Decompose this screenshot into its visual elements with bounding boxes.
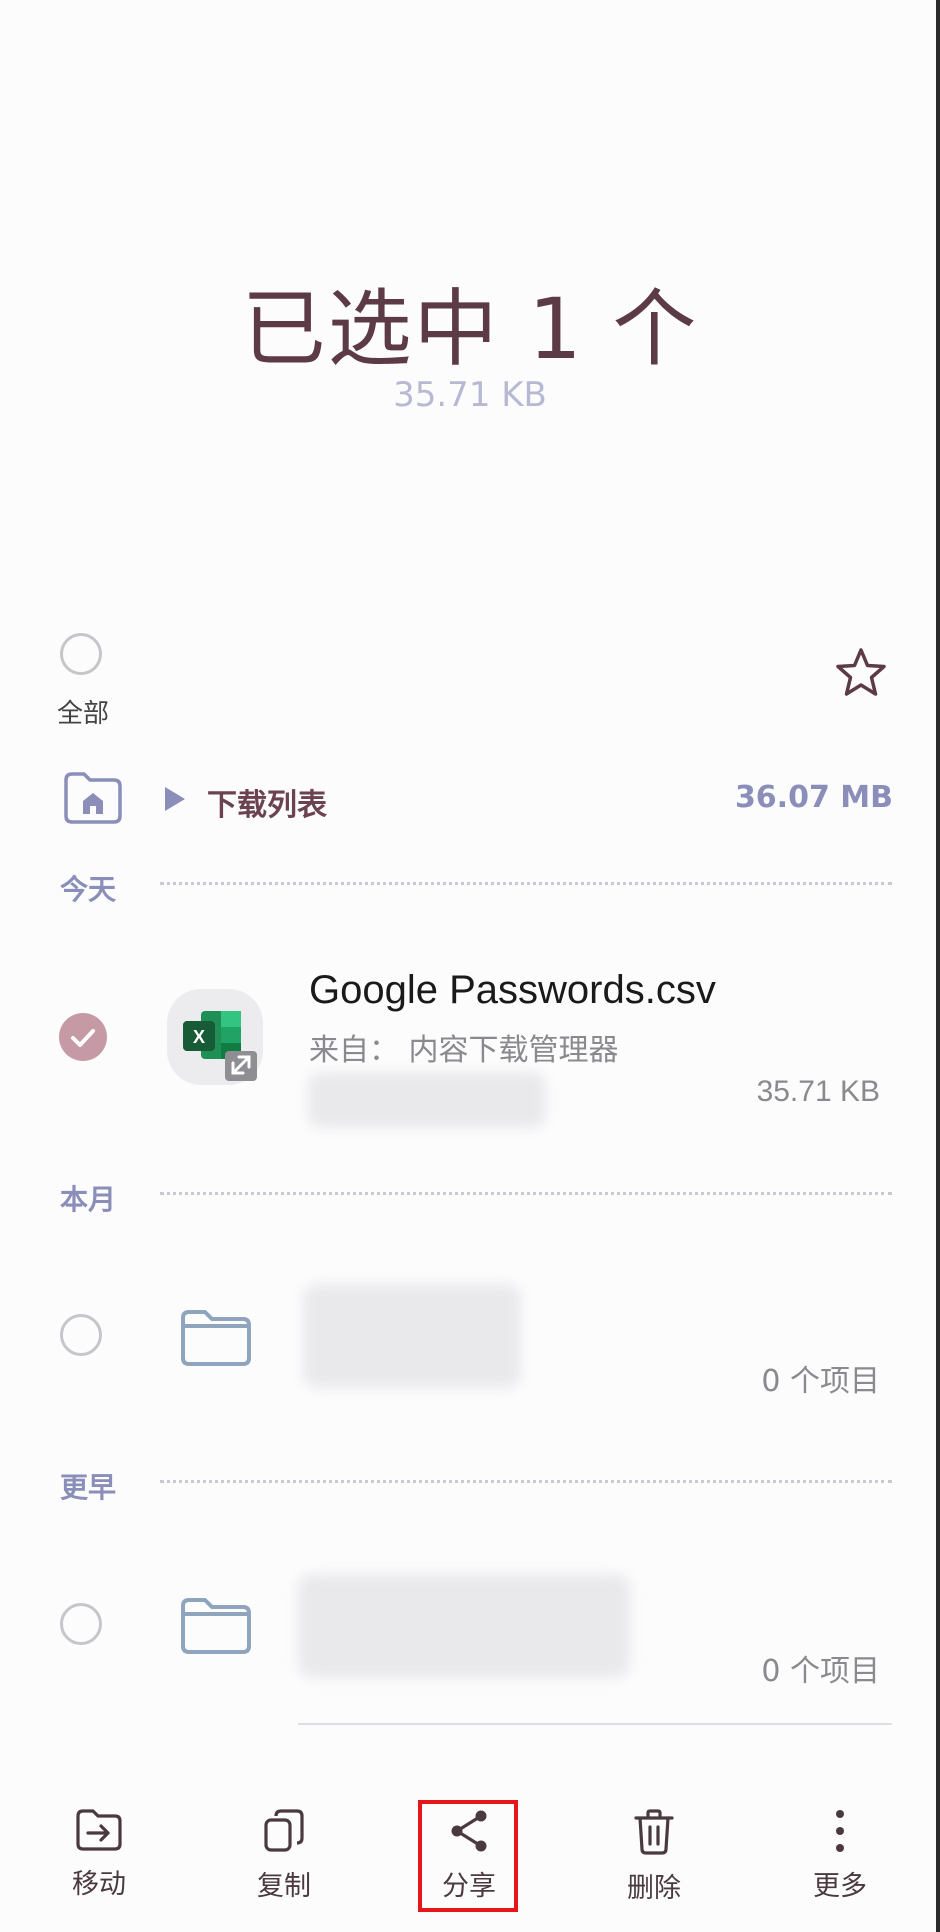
folder-icon [179, 1308, 253, 1368]
folder-item-count: 0 个项目 [761, 1364, 880, 1399]
folder-icon [179, 1596, 253, 1656]
delete-label: 删除 [627, 1873, 681, 1904]
list-end-divider [298, 1723, 892, 1725]
file-selected-checkbox[interactable] [59, 1013, 107, 1061]
section-divider [160, 882, 892, 885]
move-label: 移动 [72, 1869, 126, 1900]
file-size: 35.71 KB [756, 1075, 880, 1108]
trash-icon [634, 1809, 674, 1855]
selection-title: 已选中 1 个 [241, 280, 699, 378]
home-folder-icon[interactable] [62, 770, 124, 824]
breadcrumb-total-size: 36.07 MB [734, 780, 893, 815]
folder-radio[interactable] [60, 1603, 102, 1645]
file-source: 来自： 内容下载管理器 [309, 1033, 619, 1068]
section-today: 今天 [60, 873, 117, 906]
copy-icon [264, 1809, 304, 1852]
section-earlier: 更早 [60, 1471, 117, 1504]
star-icon[interactable] [834, 646, 888, 700]
more-vertical-icon [836, 1810, 844, 1852]
select-all-radio[interactable] [60, 633, 102, 675]
section-divider [160, 1480, 892, 1483]
delete-button[interactable]: 删除 [594, 1790, 714, 1905]
selection-size: 35.71 KB [393, 375, 547, 415]
redacted-folder-name [303, 1284, 521, 1388]
folder-radio[interactable] [60, 1314, 102, 1356]
excel-icon: X [167, 989, 263, 1085]
move-icon [76, 1809, 122, 1851]
more-label: 更多 [813, 1871, 867, 1902]
copy-label: 复制 [257, 1871, 311, 1902]
breadcrumb-arrow-icon [163, 786, 187, 812]
svg-text:X: X [193, 1027, 205, 1047]
folder-item-count: 0 个项目 [761, 1654, 880, 1689]
more-button[interactable]: 更多 [780, 1790, 900, 1903]
share-highlight-box [418, 1800, 518, 1912]
section-this-month: 本月 [60, 1183, 117, 1216]
file-name[interactable]: Google Passwords.csv [309, 968, 716, 1013]
section-divider [160, 1192, 892, 1195]
redacted-file-date [308, 1072, 546, 1128]
select-all-label: 全部 [57, 699, 110, 729]
breadcrumb-current[interactable]: 下载列表 [207, 780, 327, 824]
move-button[interactable]: 移动 [39, 1790, 159, 1901]
redacted-folder-name [298, 1574, 630, 1678]
copy-button[interactable]: 复制 [224, 1790, 344, 1903]
